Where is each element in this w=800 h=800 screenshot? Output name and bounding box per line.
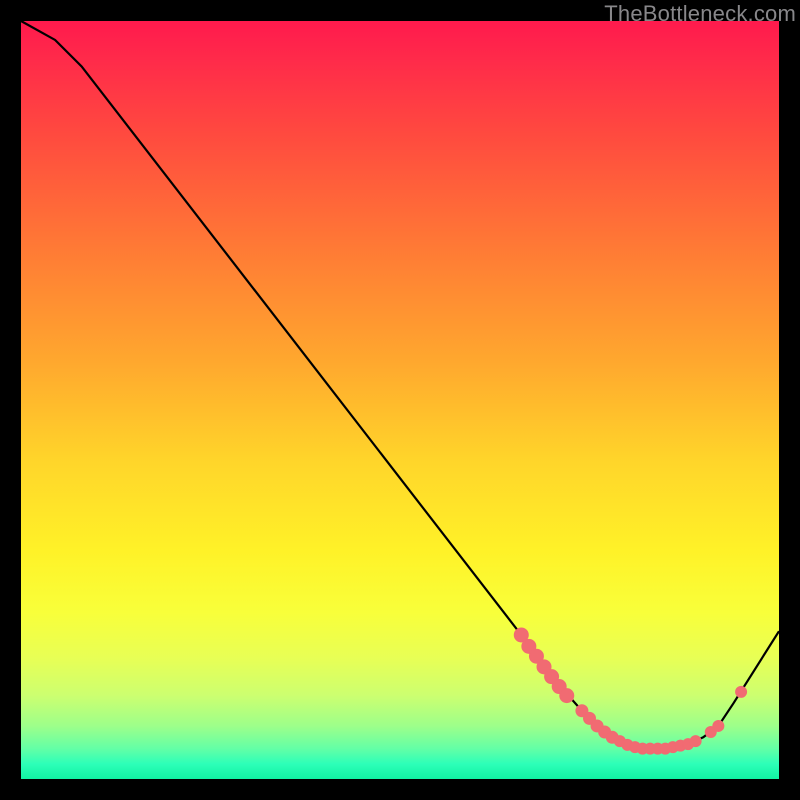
curve-marker	[713, 720, 724, 731]
bottleneck-curve	[21, 21, 779, 749]
curve-marker	[690, 736, 701, 747]
chart-stage: TheBottleneck.com	[0, 0, 800, 800]
curve-layer	[21, 21, 779, 779]
curve-marker	[560, 689, 574, 703]
watermark-text: TheBottleneck.com	[604, 1, 796, 27]
curve-markers	[514, 628, 746, 754]
curve-marker	[736, 686, 747, 697]
